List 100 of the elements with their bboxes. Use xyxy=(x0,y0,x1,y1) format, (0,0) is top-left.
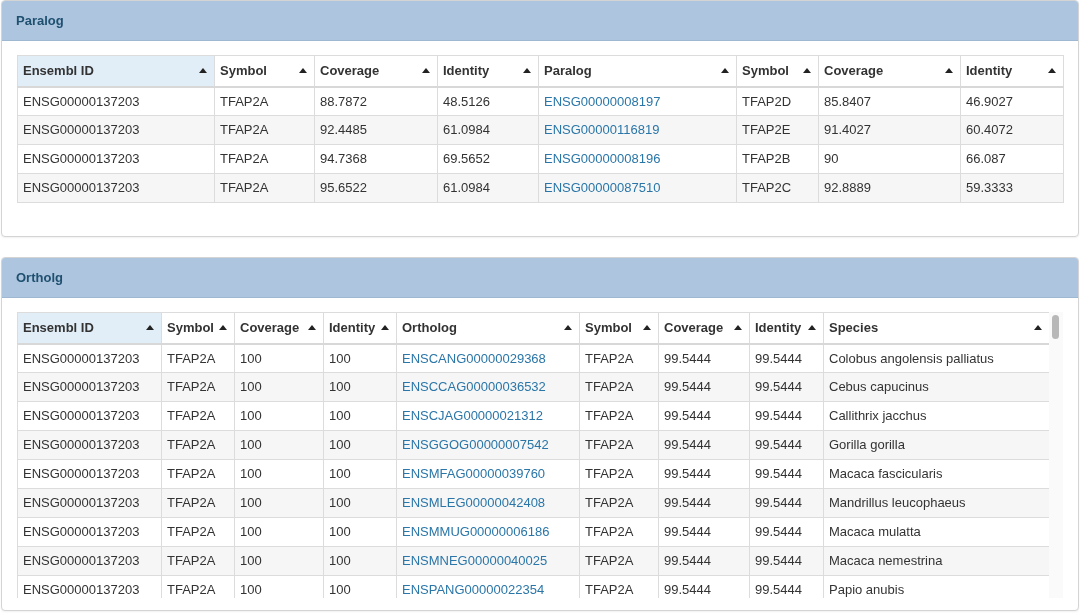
column-header[interactable]: Identity xyxy=(323,312,397,344)
sort-icon[interactable] xyxy=(643,325,651,331)
column-header[interactable]: Identity xyxy=(437,55,539,87)
column-header[interactable]: Ensembl ID xyxy=(17,55,215,87)
table-cell: 90 xyxy=(818,144,961,174)
table-cell: ENSG00000137203 xyxy=(17,173,215,203)
table-cell: 100 xyxy=(234,517,324,547)
sort-icon[interactable] xyxy=(721,68,729,74)
table-cell: 100 xyxy=(323,401,397,431)
table-cell: 99.5444 xyxy=(749,459,824,489)
table-cell: 60.4072 xyxy=(960,115,1064,145)
column-label: Identity xyxy=(443,62,490,80)
column-label: Symbol xyxy=(742,62,789,80)
table-cell: 100 xyxy=(323,430,397,460)
column-header[interactable]: Coverage xyxy=(658,312,750,344)
table-cell: 59.3333 xyxy=(960,173,1064,203)
column-header[interactable]: Symbol xyxy=(161,312,235,344)
column-label: Identity xyxy=(755,319,802,337)
table-cell: 92.4485 xyxy=(314,115,438,145)
column-label: Coverage xyxy=(664,319,724,337)
table-cell: ENSG00000137203 xyxy=(17,86,215,116)
table-cell: 99.5444 xyxy=(658,517,750,547)
column-header[interactable]: Ortholog xyxy=(396,312,580,344)
table-cell: 100 xyxy=(323,488,397,518)
sort-icon[interactable] xyxy=(308,325,316,331)
column-header[interactable]: Coverage xyxy=(818,55,961,87)
sort-icon[interactable] xyxy=(564,325,572,331)
scrollbar[interactable] xyxy=(1049,312,1063,598)
sort-icon[interactable] xyxy=(199,68,207,74)
column-label: Ortholog xyxy=(402,319,457,337)
table-cell: 100 xyxy=(234,546,324,576)
table-cell: TFAP2C xyxy=(736,173,819,203)
table-cell: 99.5444 xyxy=(749,488,824,518)
table-cell: 99.5444 xyxy=(749,343,824,373)
table-cell: 100 xyxy=(234,343,324,373)
sort-icon[interactable] xyxy=(808,325,816,331)
table-cell: 88.7872 xyxy=(314,86,438,116)
column-header[interactable]: Identity xyxy=(960,55,1064,87)
sort-icon[interactable] xyxy=(523,68,531,74)
sort-icon[interactable] xyxy=(803,68,811,74)
table-cell: 100 xyxy=(234,459,324,489)
table-cell: 99.5444 xyxy=(658,488,750,518)
sort-icon[interactable] xyxy=(146,325,154,331)
table-cell: TFAP2A xyxy=(161,372,235,402)
table-cell: ENSG00000137203 xyxy=(17,372,162,402)
column-label: Coverage xyxy=(240,319,300,337)
table-cell: 99.5444 xyxy=(749,517,824,547)
table-cell: TFAP2A xyxy=(214,144,315,174)
scrollbar-thumb[interactable] xyxy=(1052,315,1059,339)
column-label: Ensembl ID xyxy=(23,62,94,80)
table-cell: TFAP2B xyxy=(736,144,819,174)
column-label: Species xyxy=(829,319,879,337)
table-cell: TFAP2D xyxy=(736,86,819,116)
table-cell: TFAP2A xyxy=(214,86,315,116)
table-cell: TFAP2A xyxy=(579,430,659,460)
table-cell: 99.5444 xyxy=(749,372,824,402)
table-cell: Mandrillus leucophaeus xyxy=(823,488,1049,518)
column-header[interactable]: Symbol xyxy=(214,55,315,87)
sort-icon[interactable] xyxy=(219,325,227,331)
column-header[interactable]: Ensembl ID xyxy=(17,312,162,344)
column-header[interactable]: Coverage xyxy=(234,312,324,344)
table-cell: ENSG00000137203 xyxy=(17,115,215,145)
table-cell: 99.5444 xyxy=(749,546,824,576)
table-cell: 94.7368 xyxy=(314,144,438,174)
column-header[interactable]: Coverage xyxy=(314,55,438,87)
table-cell: 85.8407 xyxy=(818,86,961,116)
sort-icon[interactable] xyxy=(734,325,742,331)
table-cell: 69.5652 xyxy=(437,144,539,174)
sort-icon[interactable] xyxy=(422,68,430,74)
sort-icon[interactable] xyxy=(1034,325,1042,331)
table-cell: TFAP2A xyxy=(214,115,315,145)
table-cell: ENSG00000137203 xyxy=(17,144,215,174)
table-cell: TFAP2A xyxy=(579,546,659,576)
column-label: Coverage xyxy=(320,62,380,80)
column-label: Identity xyxy=(966,62,1013,80)
table-cell: 61.0984 xyxy=(437,115,539,145)
table-cell: 100 xyxy=(323,343,397,373)
column-header[interactable]: Symbol xyxy=(736,55,819,87)
column-header[interactable]: Paralog xyxy=(538,55,737,87)
table-cell: TFAP2A xyxy=(161,546,235,576)
sort-icon[interactable] xyxy=(945,68,953,74)
table-cell: 99.5444 xyxy=(749,430,824,460)
table-cell: 99.5444 xyxy=(658,343,750,373)
table-cell: TFAP2A xyxy=(161,343,235,373)
sort-icon[interactable] xyxy=(299,68,307,74)
table-cell: Gorilla gorilla xyxy=(823,430,1049,460)
table-cell: 100 xyxy=(234,488,324,518)
column-label: Symbol xyxy=(167,319,214,337)
table-cell: ENSG00000137203 xyxy=(17,546,162,576)
column-header[interactable]: Species xyxy=(823,312,1049,344)
column-label: Identity xyxy=(329,319,376,337)
table-cell: 100 xyxy=(323,372,397,402)
sort-icon[interactable] xyxy=(381,325,389,331)
column-header[interactable]: Symbol xyxy=(579,312,659,344)
table-cell: 99.5444 xyxy=(658,401,750,431)
sort-icon[interactable] xyxy=(1048,68,1056,74)
column-header[interactable]: Identity xyxy=(749,312,824,344)
table-cell: TFAP2A xyxy=(161,517,235,547)
table-cell: 100 xyxy=(234,401,324,431)
table-cell: 100 xyxy=(234,372,324,402)
